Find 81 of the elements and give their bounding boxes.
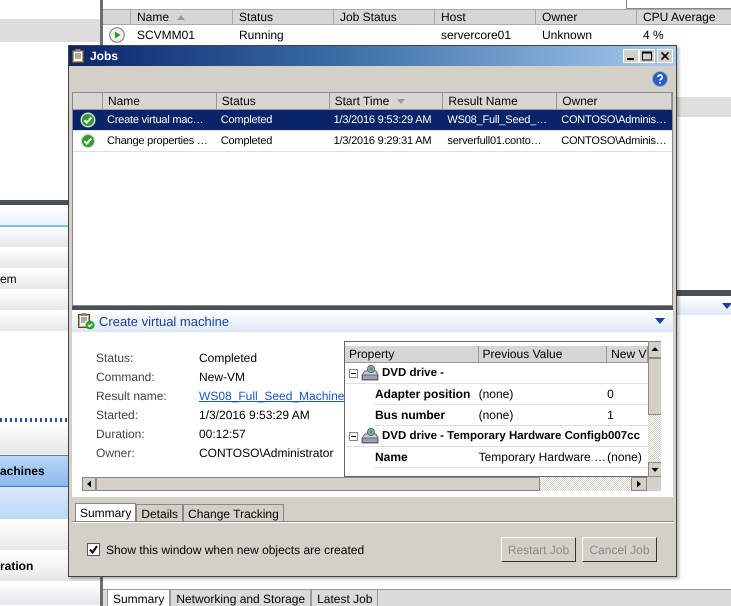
column-header[interactable]: Owner	[557, 93, 672, 109]
field-label: Duration:	[96, 426, 146, 440]
help-icon	[652, 71, 668, 87]
table-cell: 4 %	[643, 28, 664, 42]
field-value: CONTOSO\Administrator	[199, 446, 334, 460]
column-header[interactable]: Start Time	[330, 93, 444, 109]
table-cell: serverfull01.conto…	[447, 135, 542, 147]
column-header[interactable]: Job Status	[334, 10, 435, 24]
minimize-icon	[623, 49, 639, 63]
field-value: 1/3/2016 9:53:29 AM	[199, 408, 310, 422]
scrollbar[interactable]	[648, 341, 661, 477]
close-icon	[657, 49, 673, 63]
column-header[interactable]: CPU Average	[637, 10, 731, 24]
tab[interactable]: Details	[136, 504, 184, 521]
play-icon	[109, 27, 125, 43]
scroll-down-icon	[648, 462, 661, 477]
column-header[interactable]: Status	[216, 93, 330, 109]
tab[interactable]: Latest Job	[311, 590, 378, 606]
result-link[interactable]: WS08_Full_Seed_Machine	[199, 388, 344, 402]
table-cell: Completed	[220, 114, 272, 126]
field-label: Status:	[96, 350, 134, 364]
check-icon	[80, 112, 96, 128]
table-cell: Unknown	[542, 28, 592, 42]
property-name: Name	[375, 450, 408, 464]
table-cell: CONTOSO\Adminis…	[561, 135, 667, 147]
scroll-left-icon	[82, 477, 96, 491]
clipboard-icon	[72, 49, 84, 63]
group-title: DVD drive -	[382, 367, 444, 379]
checkmark-icon	[89, 545, 98, 554]
scroll-right-icon	[631, 477, 647, 491]
table-row[interactable]: Create virtual mac… Completed 1/3/2016 9:53:29 AM WS08_Full_Seed_… CONTOSO\Adminis…	[73, 110, 672, 131]
table-row[interactable]: Change properties … Completed 1/3/2016 9:29:31 AM serverfull01.conto… CONTOSO\Adminis…	[73, 131, 672, 152]
field-value: 00:12:57	[199, 426, 246, 440]
dropdown-arrow-icon	[722, 302, 731, 308]
table-cell: CONTOSO\Adminis…	[561, 114, 667, 126]
clipboard-check-icon	[77, 312, 95, 330]
table-cell: 1	[607, 408, 614, 422]
table-cell: (none)	[478, 387, 514, 401]
field-label: Started:	[96, 408, 140, 422]
drive-icon	[361, 428, 379, 444]
table-cell: Create virtual mac…	[106, 114, 204, 126]
field-label: Result name:	[96, 388, 168, 402]
table-cell: Temporary Hardware …	[478, 450, 606, 464]
column-header[interactable]: Property	[345, 346, 479, 362]
table-cell: (none)	[607, 450, 642, 464]
section-title: Create virtual machine	[99, 314, 230, 328]
column-header[interactable]: Owner	[536, 10, 637, 24]
column-header[interactable]: Host	[435, 10, 536, 24]
field-label: Command:	[96, 370, 156, 384]
column-header[interactable]: Result Name	[443, 93, 558, 109]
table-cell: Change properties …	[106, 135, 208, 147]
drive-icon	[361, 365, 379, 381]
table-cell: WS08_Full_Seed_…	[447, 114, 547, 126]
table-cell: (none)	[478, 408, 514, 422]
table-cell: Completed	[220, 135, 272, 147]
column-header[interactable]: Previous Value	[478, 346, 608, 362]
table-cell: 1/3/2016 9:29:31 AM	[334, 135, 432, 147]
tab[interactable]: Summary	[107, 590, 170, 606]
tab[interactable]: Networking and Storage	[170, 590, 312, 606]
tab[interactable]: Summary	[75, 503, 136, 521]
table-cell: Running	[239, 28, 284, 42]
window-title: Jobs	[90, 49, 118, 63]
scroll-thumb[interactable]	[96, 477, 540, 491]
column-header[interactable]: Status	[233, 10, 334, 24]
field-value: Completed	[199, 350, 258, 364]
table-cell: servercore01	[441, 28, 512, 42]
checkbox[interactable]	[87, 543, 100, 556]
property-name: Adapter position	[375, 387, 470, 401]
checkbox-label: Show this window when new objects are created	[106, 542, 364, 556]
column-header[interactable]: Name	[131, 10, 233, 24]
property-name: Bus number	[375, 408, 446, 422]
table-cell: 0	[607, 387, 614, 401]
tab[interactable]: Change Tracking	[183, 504, 284, 521]
maximize-icon	[639, 49, 655, 63]
group-title: DVD drive - Temporary Hardware Configb007cc	[382, 430, 640, 442]
table-cell: 1/3/2016 9:53:29 AM	[334, 114, 432, 126]
column-header[interactable]: Name	[102, 93, 217, 109]
dropdown-arrow-icon	[655, 318, 665, 324]
table-cell: SCVMM01	[137, 28, 196, 42]
check-icon	[80, 133, 96, 149]
field-value: New-VM	[199, 370, 246, 384]
